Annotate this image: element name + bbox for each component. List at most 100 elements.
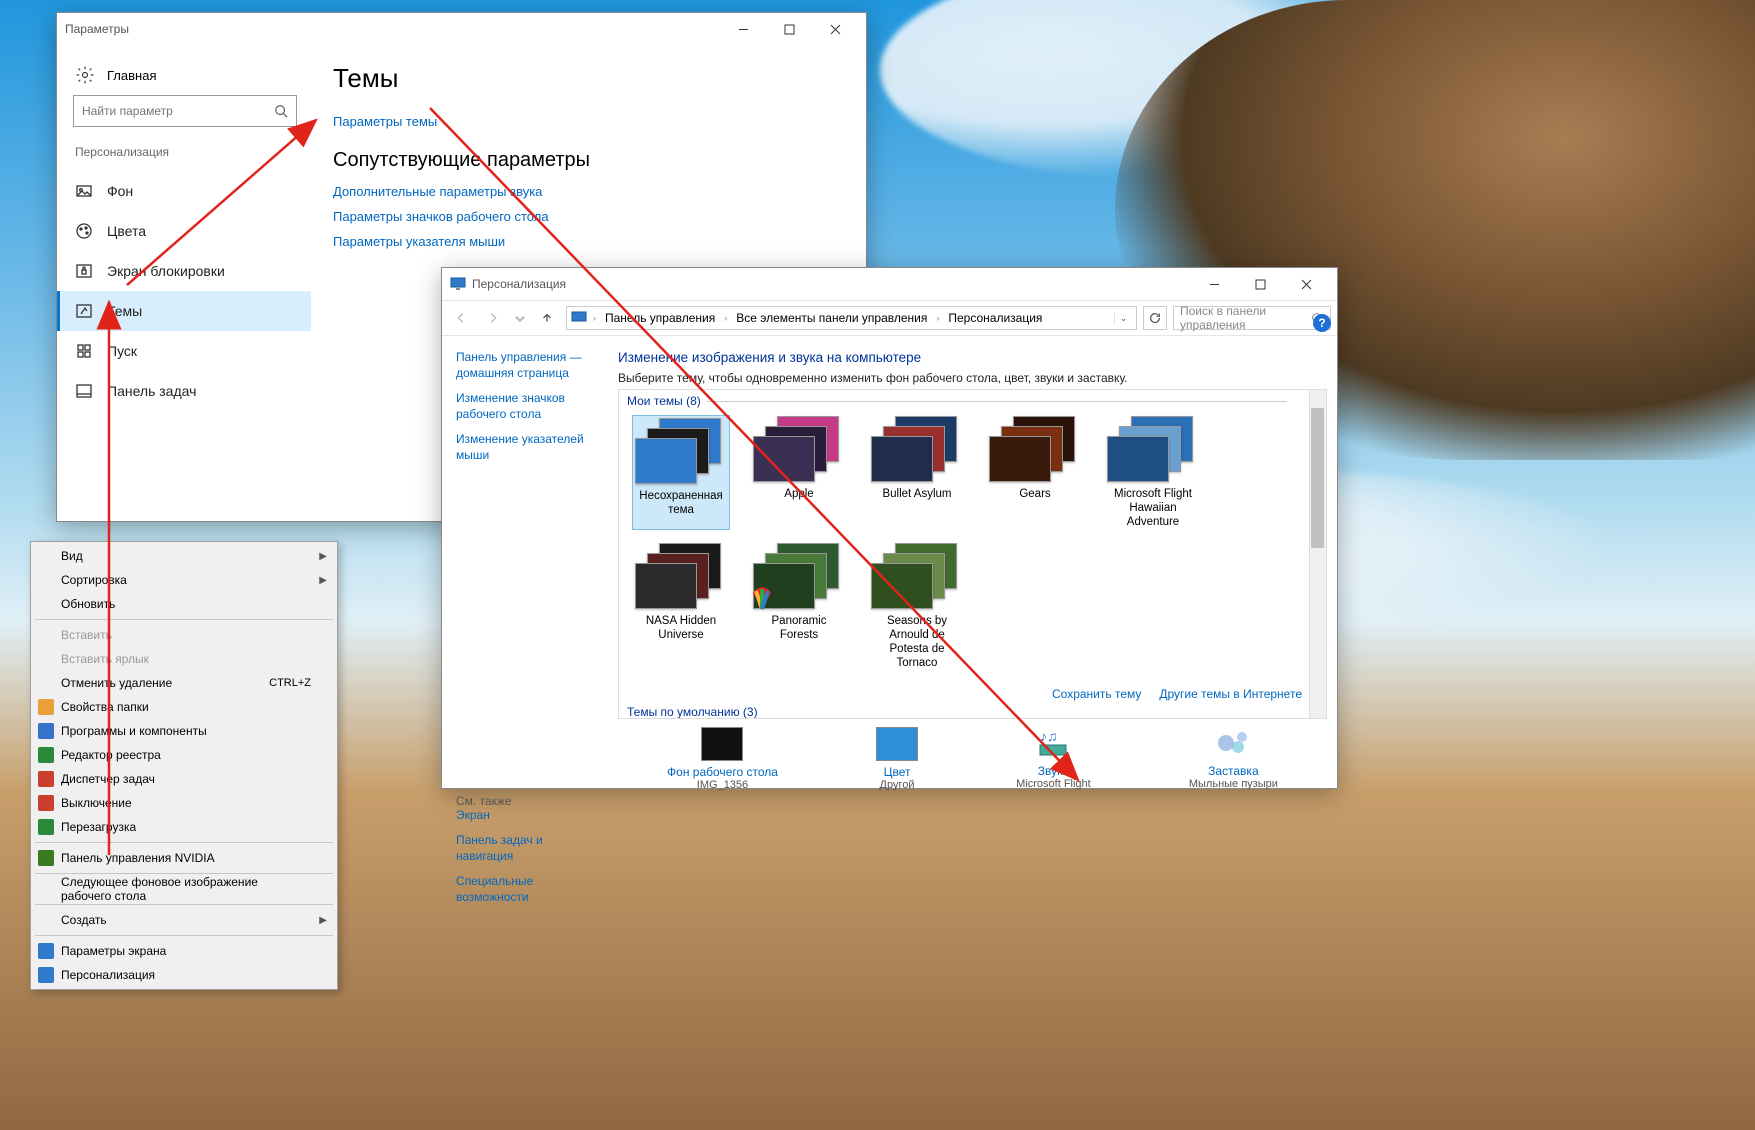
menu-label: Редактор реестра: [61, 748, 161, 762]
theme-thumbs: [871, 416, 963, 482]
chevron-right-icon: ▶: [319, 551, 327, 562]
nav-item-image[interactable]: Фон: [69, 171, 311, 211]
perso-titlebar[interactable]: Персонализация: [442, 268, 1337, 300]
minimize-button[interactable]: [1191, 269, 1237, 299]
theme-item[interactable]: Несохраненная тема: [633, 416, 729, 529]
search-input[interactable]: [73, 95, 297, 127]
menu-item[interactable]: Диспетчер задач: [33, 767, 335, 791]
nav-label: Темы: [107, 303, 142, 319]
up-button[interactable]: [534, 305, 560, 331]
menu-item[interactable]: Сортировка▶: [33, 568, 335, 592]
more-themes-link[interactable]: Другие темы в Интернете: [1159, 687, 1302, 701]
related-heading: Сопутствующие параметры: [333, 149, 844, 172]
shortcut: CTRL+Z: [269, 677, 311, 689]
cp-link[interactable]: Панель задач и навигация: [456, 833, 594, 864]
nav-label: Фон: [107, 183, 133, 199]
theme-name: NASA Hidden Universe: [633, 615, 729, 643]
scrollbar[interactable]: [1309, 390, 1326, 718]
related-link[interactable]: Параметры значков рабочего стола: [333, 209, 844, 224]
menu-item[interactable]: Персонализация: [33, 963, 335, 987]
maximize-button[interactable]: [766, 14, 812, 44]
footer-cell[interactable]: ЦветДругой: [876, 727, 918, 791]
crumb[interactable]: Все элементы панели управления: [733, 311, 930, 325]
cp-link[interactable]: Экран: [456, 808, 594, 824]
nav-item-brush[interactable]: Темы: [57, 291, 311, 331]
footer-link[interactable]: Цвет: [876, 765, 918, 779]
menu-item[interactable]: Обновить: [33, 592, 335, 616]
footer-link[interactable]: Звуки: [1016, 764, 1091, 778]
menu-item[interactable]: Следующее фоновое изображение рабочего с…: [33, 877, 335, 901]
cp-search-input[interactable]: Поиск в панели управления: [1173, 306, 1331, 330]
crumb[interactable]: Персонализация: [945, 311, 1045, 325]
forward-button[interactable]: [480, 305, 506, 331]
theme-item[interactable]: NASA Hidden Universe: [633, 543, 729, 670]
settings-titlebar[interactable]: Параметры: [57, 13, 866, 45]
address-bar-row: › Панель управления› Все элементы панели…: [442, 300, 1337, 336]
theme-settings-link[interactable]: Параметры темы: [333, 114, 844, 129]
footer-cell[interactable]: ЗаставкаМыльные пузыри: [1189, 727, 1278, 791]
menu-item[interactable]: Программы и компоненты: [33, 719, 335, 743]
breadcrumb[interactable]: › Панель управления› Все элементы панели…: [566, 306, 1137, 330]
cp-link[interactable]: Изменение значков рабочего стола: [456, 391, 594, 422]
search-placeholder: Поиск в панели управления: [1180, 304, 1311, 332]
menu-item[interactable]: Перезагрузка: [33, 815, 335, 839]
home-link[interactable]: Главная: [69, 61, 311, 95]
theme-item[interactable]: Bullet Asylum: [869, 416, 965, 529]
minimize-button[interactable]: [720, 14, 766, 44]
taskmgr-icon: [38, 771, 54, 787]
nav-item-taskbar[interactable]: Панель задач: [69, 371, 311, 411]
nav-item-start[interactable]: Пуск: [69, 331, 311, 371]
cp-link[interactable]: Специальные возможности: [456, 874, 594, 905]
search-field[interactable]: [82, 104, 274, 118]
nav-item-lock-frame[interactable]: Экран блокировки: [69, 251, 311, 291]
display-icon: [38, 943, 54, 959]
close-button[interactable]: [812, 14, 858, 44]
content-heading: Изменение изображения и звука на компьют…: [618, 350, 1327, 365]
save-theme-link[interactable]: Сохранить тему: [1052, 687, 1141, 701]
theme-item[interactable]: Panoramic Forests: [751, 543, 847, 670]
menu-label: Вставить: [61, 628, 112, 642]
footer-link[interactable]: Фон рабочего стола: [667, 765, 778, 779]
settings-title: Параметры: [65, 22, 129, 36]
refresh-button[interactable]: [1143, 306, 1167, 330]
theme-item[interactable]: Gears: [987, 416, 1083, 529]
footer-cell[interactable]: Фон рабочего столаIMG_1356: [667, 727, 778, 791]
home-label: Главная: [107, 68, 156, 83]
help-icon[interactable]: ?: [1313, 314, 1331, 332]
theme-thumbs: [1107, 416, 1199, 482]
related-link[interactable]: Дополнительные параметры звука: [333, 184, 844, 199]
svg-text:♪♫: ♪♫: [1040, 728, 1058, 744]
theme-item[interactable]: Microsoft Flight Hawaiian Adventure: [1105, 416, 1201, 529]
menu-label: Обновить: [61, 597, 115, 611]
footer-cell[interactable]: ♪♫ЗвукиMicrosoft Flight: [1016, 727, 1091, 791]
cp-link[interactable]: Изменение указателей мыши: [456, 432, 594, 463]
menu-item[interactable]: Редактор реестра: [33, 743, 335, 767]
footer-link[interactable]: Заставка: [1189, 764, 1278, 778]
close-button[interactable]: [1283, 269, 1329, 299]
menu-item[interactable]: Создать▶: [33, 908, 335, 932]
theme-item[interactable]: Apple: [751, 416, 847, 529]
menu-item[interactable]: Выключение: [33, 791, 335, 815]
crumb-dropdown[interactable]: ⌄: [1114, 313, 1132, 324]
palette-icon: [75, 222, 93, 240]
settings-sidebar: Главная Персонализация ФонЦветаЭкран бло…: [57, 45, 311, 521]
maximize-button[interactable]: [1237, 269, 1283, 299]
theme-name: Microsoft Flight Hawaiian Adventure: [1105, 488, 1201, 529]
theme-list: Мои темы (8) Несохраненная темаAppleBull…: [618, 389, 1327, 719]
menu-item[interactable]: Отменить удаление CTRL+Z: [33, 671, 335, 695]
scrollbar-thumb[interactable]: [1311, 408, 1324, 548]
nav-item-palette[interactable]: Цвета: [69, 211, 311, 251]
history-dropdown[interactable]: [512, 305, 528, 331]
menu-item[interactable]: Панель управления NVIDIA: [33, 846, 335, 870]
menu-item[interactable]: Свойства папки: [33, 695, 335, 719]
lock-frame-icon: [75, 262, 93, 280]
related-link[interactable]: Параметры указателя мыши: [333, 234, 844, 249]
menu-item[interactable]: Параметры экрана: [33, 939, 335, 963]
crumb[interactable]: Панель управления: [602, 311, 718, 325]
menu-item[interactable]: Вид▶: [33, 544, 335, 568]
back-button[interactable]: [448, 305, 474, 331]
menu-label: Отменить удаление: [61, 676, 172, 690]
theme-item[interactable]: Seasons by Arnould de Potesta de Tornaco: [869, 543, 965, 670]
cp-home-link[interactable]: Панель управления — домашняя страница: [456, 350, 594, 381]
folder-props-icon: [38, 699, 54, 715]
